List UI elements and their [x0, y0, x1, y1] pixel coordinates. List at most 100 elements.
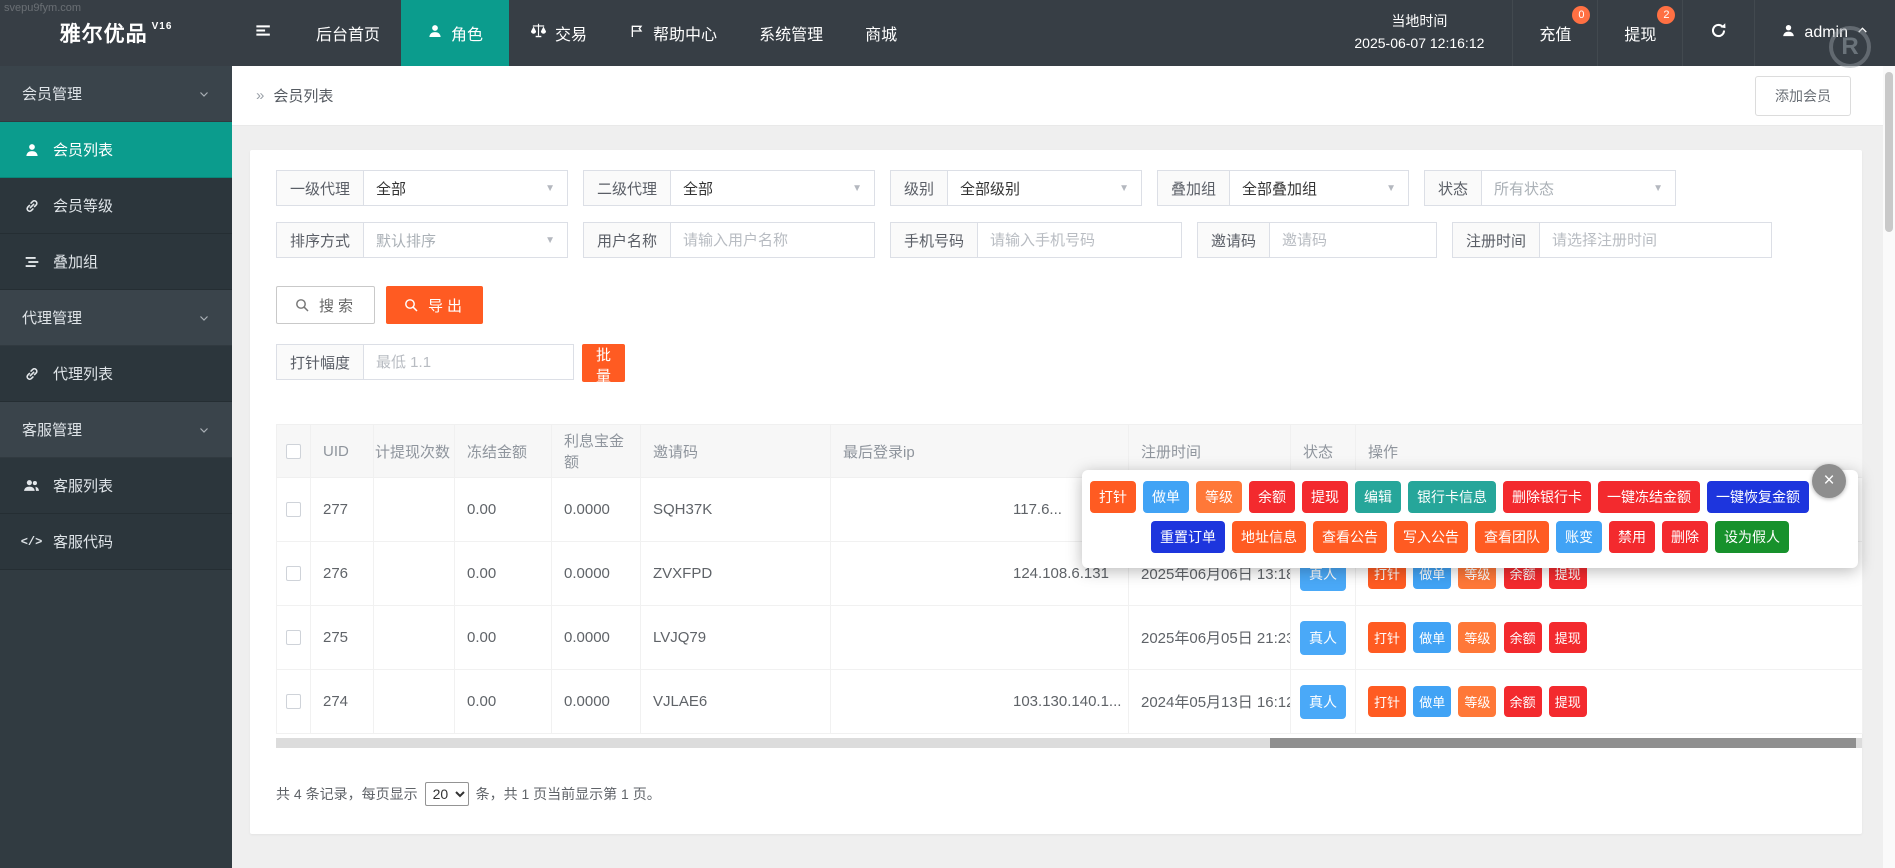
stack-group-select[interactable]: 全部叠加组▼ — [1229, 170, 1409, 206]
level-select[interactable]: 全部级别▼ — [947, 170, 1142, 206]
popup-action-edit[interactable]: 编辑 — [1355, 481, 1401, 513]
username-input[interactable] — [683, 232, 862, 249]
row-checkbox[interactable] — [286, 566, 301, 581]
selected-value: 默认排序 — [376, 230, 436, 251]
popup-action-inject[interactable]: 打针 — [1090, 481, 1136, 513]
sidebar-group-member-management[interactable]: 会员管理 — [0, 66, 232, 122]
pagination-suffix-text: 条，共 1 页当前显示第 1 页。 — [476, 784, 661, 804]
sort-select[interactable]: 默认排序▼ — [363, 222, 568, 258]
nav-item-dashboard[interactable]: 后台首页 — [295, 0, 401, 66]
popup-action-order[interactable]: 做单 — [1143, 481, 1189, 513]
search-button[interactable]: 搜索 — [276, 286, 375, 324]
filter-label: 邀请码 — [1197, 222, 1269, 258]
row-action-withdraw[interactable]: 提现 — [1549, 686, 1587, 717]
sidebar-group-label: 代理管理 — [22, 307, 82, 328]
status-select[interactable]: 所有状态▼ — [1481, 170, 1676, 206]
app-logo-version: V16 — [152, 21, 173, 32]
batch-inject-button[interactable]: 批量打针 — [582, 344, 625, 382]
cell-withdraw-count — [374, 606, 455, 670]
filter-status: 状态 所有状态▼ — [1424, 170, 1676, 206]
scrollbar-thumb[interactable] — [1885, 72, 1893, 232]
row-checkbox[interactable] — [286, 502, 301, 517]
sidebar-item-stack-group[interactable]: 叠加组 — [0, 234, 232, 290]
export-button-label: 导出 — [428, 295, 466, 316]
scrollbar-thumb[interactable] — [1270, 738, 1856, 748]
refresh-button[interactable] — [1682, 0, 1754, 66]
reg-time-input[interactable] — [1552, 232, 1759, 249]
chevron-down-icon — [198, 88, 210, 100]
agent2-select[interactable]: 全部▼ — [670, 170, 875, 206]
nav-item-label: 系统管理 — [759, 21, 823, 45]
sidebar-item-agent-list[interactable]: 代理列表 — [0, 346, 232, 402]
inject-range-label: 打针幅度 — [276, 344, 363, 380]
popup-action-view-team[interactable]: 查看团队 — [1475, 521, 1549, 553]
cell-interest-amount: 0.0000 — [552, 606, 641, 670]
popup-action-balance[interactable]: 余额 — [1249, 481, 1295, 513]
phone-input[interactable] — [990, 232, 1169, 249]
watermark-site: svepu9fym.com — [4, 2, 81, 14]
nav-item-system[interactable]: 系统管理 — [738, 0, 844, 66]
status-badge[interactable]: 真人 — [1300, 685, 1346, 719]
popup-action-delete-bank[interactable]: 删除银行卡 — [1503, 481, 1591, 513]
caret-down-icon: ▼ — [1386, 183, 1396, 194]
sidebar-group-support-management[interactable]: 客服管理 — [0, 402, 232, 458]
cell-withdraw-count — [374, 670, 455, 734]
select-all-checkbox[interactable] — [286, 444, 301, 459]
row-action-balance[interactable]: 余额 — [1504, 622, 1542, 653]
status-badge[interactable]: 真人 — [1300, 621, 1346, 655]
popup-action-delete[interactable]: 删除 — [1662, 521, 1708, 553]
nav-item-label: 帮助中心 — [653, 21, 717, 45]
row-action-level[interactable]: 等级 — [1458, 622, 1496, 653]
popup-action-withdraw[interactable]: 提现 — [1302, 481, 1348, 513]
sidebar-item-support-code[interactable]: </> 客服代码 — [0, 514, 232, 570]
filter-label: 一级代理 — [276, 170, 363, 206]
nav-item-help-center[interactable]: 帮助中心 — [608, 0, 738, 66]
row-checkbox[interactable] — [286, 694, 301, 709]
add-member-button[interactable]: 添加会员 — [1755, 76, 1851, 116]
popup-action-bank-info[interactable]: 银行卡信息 — [1408, 481, 1496, 513]
row-action-order[interactable]: 做单 — [1413, 686, 1451, 717]
filter-actions: 搜索 导出 — [276, 286, 483, 324]
popup-action-view-notice[interactable]: 查看公告 — [1313, 521, 1387, 553]
sidebar-item-member-level[interactable]: 会员等级 — [0, 178, 232, 234]
nav-item-trade[interactable]: 交易 — [509, 0, 608, 66]
sidebar-toggle-button[interactable] — [232, 0, 295, 66]
page-size-select[interactable]: 20 — [425, 782, 469, 806]
table-horizontal-scrollbar[interactable] — [276, 738, 1862, 748]
cell-uid: 276 — [311, 542, 374, 606]
popup-action-freeze-amount[interactable]: 一键冻结金额 — [1598, 481, 1700, 513]
popup-action-set-fake[interactable]: 设为假人 — [1715, 521, 1789, 553]
recharge-button[interactable]: 充值 0 — [1512, 0, 1597, 66]
sidebar-item-support-list[interactable]: 客服列表 — [0, 458, 232, 514]
popup-action-address-info[interactable]: 地址信息 — [1232, 521, 1306, 553]
invite-code-input[interactable] — [1282, 232, 1424, 249]
popup-action-reset-orders[interactable]: 重置订单 — [1151, 521, 1225, 553]
popup-action-account-changes[interactable]: 账变 — [1556, 521, 1602, 553]
row-action-withdraw[interactable]: 提现 — [1549, 622, 1587, 653]
sidebar-item-member-list[interactable]: 会员列表 — [0, 122, 232, 178]
inject-range-input[interactable] — [376, 354, 561, 371]
page-vertical-scrollbar[interactable] — [1883, 66, 1895, 868]
breadcrumb: » 会员列表 — [256, 85, 333, 106]
popup-action-disable[interactable]: 禁用 — [1609, 521, 1655, 553]
row-action-balance[interactable]: 余额 — [1504, 686, 1542, 717]
withdraw-button[interactable]: 提现 2 — [1597, 0, 1682, 66]
sidebar-group-agent-management[interactable]: 代理管理 — [0, 290, 232, 346]
popup-close-button[interactable]: × — [1812, 464, 1846, 498]
popup-action-restore-amount[interactable]: 一键恢复金额 — [1707, 481, 1809, 513]
row-checkbox[interactable] — [286, 630, 301, 645]
chevron-down-icon — [198, 312, 210, 324]
sidebar-item-label: 客服代码 — [53, 531, 113, 552]
row-action-level[interactable]: 等级 — [1458, 686, 1496, 717]
agent1-select[interactable]: 全部▼ — [363, 170, 568, 206]
row-action-inject[interactable]: 打针 — [1368, 622, 1406, 653]
row-action-order[interactable]: 做单 — [1413, 622, 1451, 653]
nav-item-mall[interactable]: 商城 — [844, 0, 918, 66]
export-button[interactable]: 导出 — [386, 286, 483, 324]
nav-item-roles[interactable]: 角色 — [401, 0, 509, 66]
row-action-inject[interactable]: 打针 — [1368, 686, 1406, 717]
popup-action-level[interactable]: 等级 — [1196, 481, 1242, 513]
popup-action-write-notice[interactable]: 写入公告 — [1394, 521, 1468, 553]
withdraw-label: 提现 — [1624, 21, 1656, 45]
person-icon — [427, 23, 443, 44]
